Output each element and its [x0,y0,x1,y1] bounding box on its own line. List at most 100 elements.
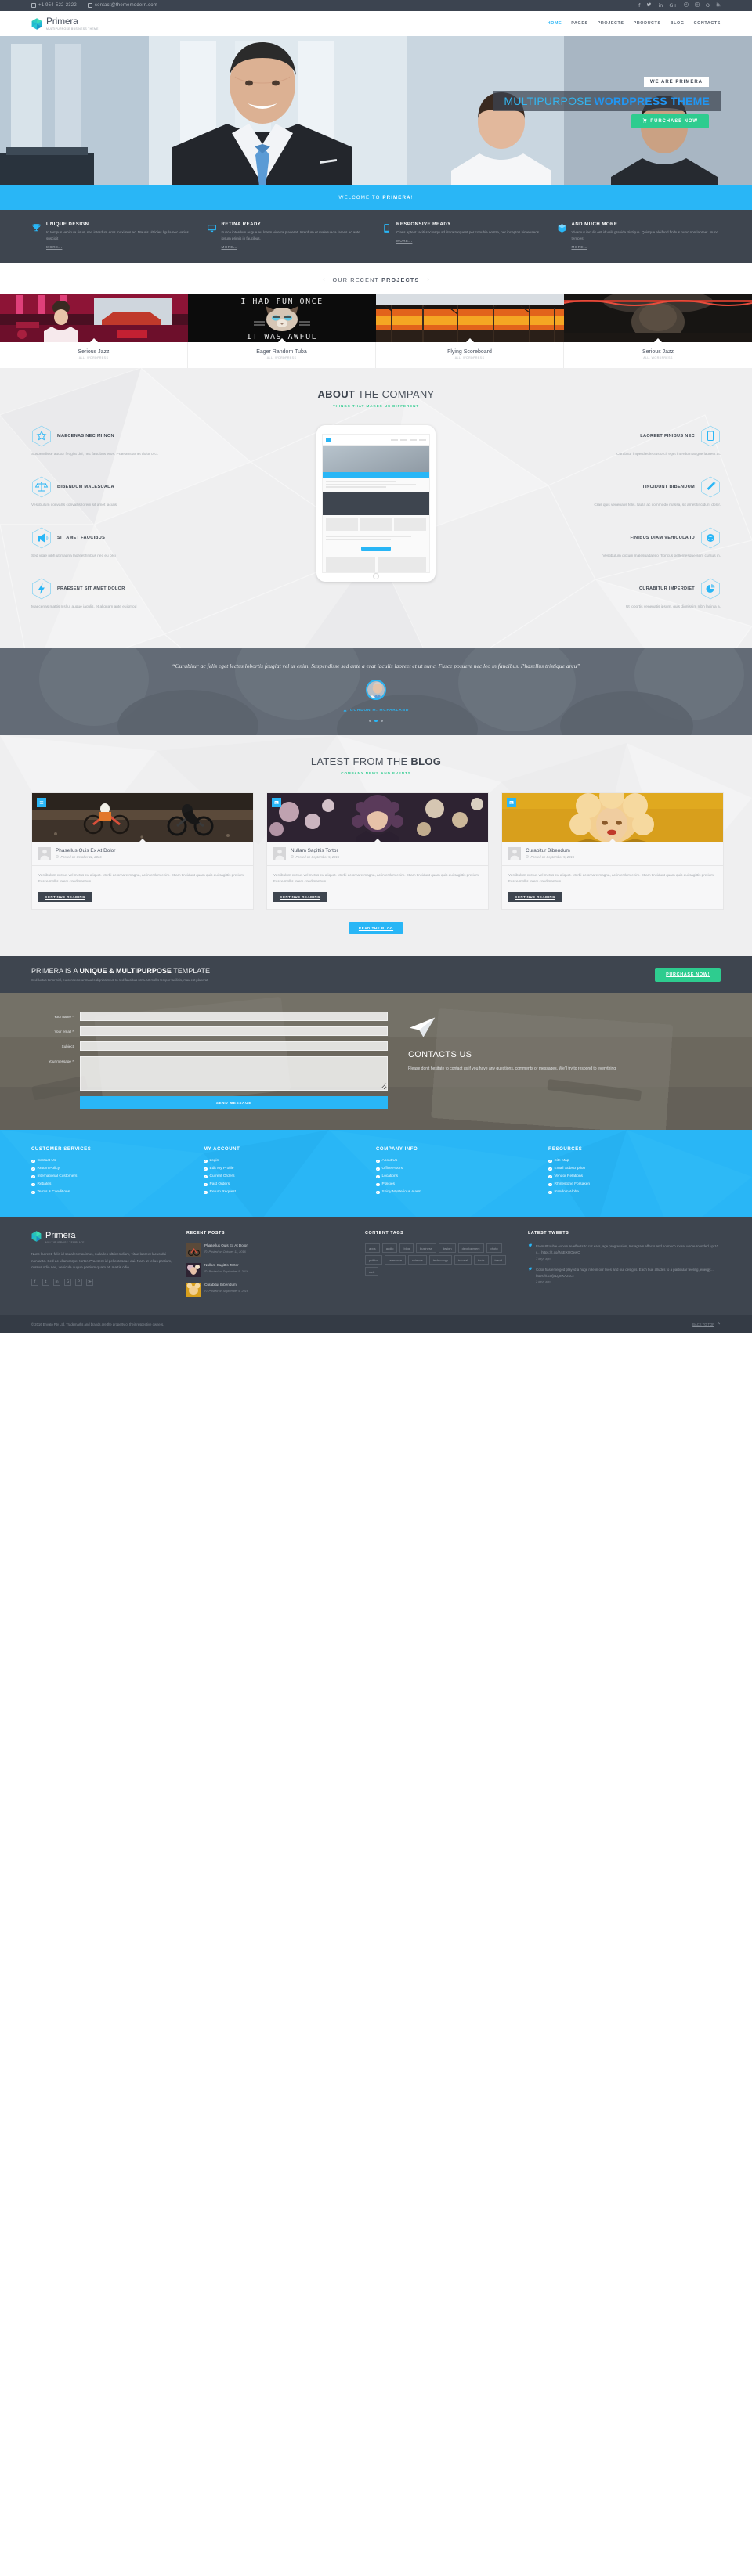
tag-item[interactable]: blog [400,1243,414,1254]
footer-link[interactable]: ✓ Rhinestone Forsaken [548,1182,721,1186]
footer-link[interactable]: ✓ About Us [376,1159,548,1163]
footer-link[interactable]: ✓ Locations [376,1174,548,1178]
recent-post-item[interactable]: Curabitur Bibendum Posted on September 5… [186,1283,351,1297]
footer-link[interactable]: ✓ Login [204,1159,376,1163]
footer-link[interactable]: ✓ Random Alpha [548,1190,721,1194]
project-card[interactable]: I HAD FUN ONCE IT WAS AWFUL Eager Random… [188,294,376,369]
blog-continue-reading-button[interactable]: CONTINUE READING [38,892,92,903]
tag-item[interactable]: science [408,1255,427,1265]
footer-link[interactable]: ✓ Edit My Profile [204,1167,376,1171]
nav-item-projects[interactable]: PROJECTS [598,21,624,26]
rss-icon[interactable] [716,2,721,9]
twitter-icon[interactable] [646,2,652,9]
recent-post-item[interactable]: Nullam Sagittis Tortor Posted on Septemb… [186,1263,351,1278]
footer-link[interactable]: ✓ Site Map [548,1159,721,1163]
footer-link[interactable]: ✓ Current Orders [204,1174,376,1178]
blog-post-date: Posted on October 11, 2016 [56,855,115,859]
tag-item[interactable]: web [365,1267,379,1277]
project-card[interactable]: Flying Scoreboard ALL, WORDPRESS [376,294,564,369]
blog-post-title[interactable]: Curabitur Bibendum [526,848,574,853]
nav-item-home[interactable]: HOME [548,21,562,26]
blog-card[interactable]: Nullam Sagittis Tortor Posted on Septemb… [266,792,489,911]
footer-link[interactable]: ✓ Shiny Mysterious Alarm [376,1190,548,1194]
testimonial-dot[interactable] [380,719,384,723]
topbar-phone[interactable]: +1 954-522-2322 [31,3,77,8]
topbar-email[interactable]: contact@thememodern.com [87,3,157,8]
nav-item-contacts[interactable]: CONTACTS [694,21,721,26]
tag-item[interactable]: politics [365,1255,383,1265]
contact-send-button[interactable]: SEND MESSAGE [80,1096,388,1110]
footer-link[interactable]: ✓ Contact Us [31,1159,204,1163]
footer-link[interactable]: ✓ Office Hours [376,1167,548,1171]
footer-about-text: Nunc laoreet, felis id sodales maximus, … [31,1252,172,1269]
tag-item[interactable]: development [457,1243,484,1254]
nav-item-pages[interactable]: PAGES [571,21,588,26]
tag-item[interactable]: reference [385,1255,407,1265]
footer-link[interactable]: ✓ Email Subscription [548,1167,721,1171]
project-card[interactable]: Serious Jazz ALL, WORDPRESS [0,294,188,369]
about-left-column: MAECENAS NEC MI NON Suspendisse auctor f… [31,425,168,628]
google-plus-icon[interactable]: G [64,1279,71,1286]
tag-item[interactable]: business [416,1243,436,1254]
contact-subject-input[interactable] [80,1041,388,1052]
project-category: ALL, WORDPRESS [454,356,485,360]
github-icon[interactable]: O [706,3,710,9]
tag-item[interactable]: tools [474,1255,489,1265]
feature-more-link[interactable]: MORE... [46,245,196,249]
back-to-top-button[interactable]: BACK TO TOP [692,1322,721,1326]
tag-item[interactable]: photo [486,1243,502,1254]
feature-more-link[interactable]: MORE... [572,245,721,249]
chevron-left-icon[interactable]: ‹ [323,277,324,283]
facebook-icon[interactable]: f [31,1279,38,1286]
blog-continue-reading-button[interactable]: CONTINUE READING [508,892,562,903]
footer-link[interactable]: ✓ Rebates [31,1182,204,1186]
tag-item[interactable]: tutorial [454,1255,472,1265]
instagram-icon[interactable] [695,2,700,9]
check-circle-icon: ✓ [31,1190,35,1195]
facebook-icon[interactable]: f [638,3,640,9]
nav-item-blog[interactable]: BLOG [671,21,685,26]
contact-email-input[interactable] [80,1026,388,1037]
contact-message-textarea[interactable] [80,1056,388,1091]
blog-card[interactable]: Curabitur Bibendum Posted on September 5… [501,792,724,911]
blog-post-title[interactable]: Phasellus Quis Ex At Dolor [56,848,115,853]
cta-purchase-button[interactable]: PURCHASE NOW! [655,967,721,982]
footer-link[interactable]: ✓ Vendor Relations [548,1174,721,1178]
testimonial-dot[interactable] [368,719,372,723]
footer-link[interactable]: ✓ Policies [376,1182,548,1186]
tag-item[interactable]: travel [490,1255,507,1265]
footer-link[interactable]: ✓ Return Policy [31,1167,204,1171]
linkedin-icon[interactable]: in [658,3,663,9]
tag-item[interactable]: design [438,1243,456,1254]
site-logo[interactable]: Primera MULTIPURPOSE BUSINESS THEME [31,16,99,31]
google-plus-icon[interactable]: G+ [669,3,677,9]
linkedin-icon[interactable]: in [53,1279,60,1286]
footer-link-label: Vendor Relations [554,1174,584,1179]
blog-post-title[interactable]: Nullam Sagittis Tortor [291,848,339,853]
blog-card[interactable]: Phasellus Quis Ex At Dolor Posted on Oct… [31,792,254,911]
tag-item[interactable]: audio [381,1243,398,1254]
tag-item[interactable]: technology [428,1255,453,1265]
read-the-blog-button[interactable]: READ THE BLOG [349,922,403,935]
pinterest-icon[interactable] [683,2,689,9]
tag-item[interactable]: apps [365,1243,380,1254]
nav-item-products[interactable]: PRODUCTS [634,21,661,26]
footer-link[interactable]: ✓ International Customers [31,1174,204,1178]
twitter-icon[interactable]: t [42,1279,49,1286]
feature-more-link[interactable]: MORE... [222,245,371,249]
footer-link[interactable]: ✓ Return Request [204,1190,376,1194]
recent-post-item[interactable]: Phasellus Quis Ex At Dolor Posted on Oct… [186,1243,351,1258]
footer-link[interactable]: ✓ Past Orders [204,1182,376,1186]
project-card[interactable]: Serious Jazz ALL, WORDPRESS [564,294,752,369]
feature-more-link[interactable]: MORE... [396,239,540,243]
testimonial-dot-active[interactable] [374,719,378,723]
chevron-right-icon[interactable]: › [427,277,428,283]
pinterest-icon[interactable]: P [75,1279,82,1286]
contact-name-input[interactable] [80,1012,388,1022]
blog-continue-reading-button[interactable]: CONTINUE READING [273,892,327,903]
hero-purchase-button[interactable]: PURCHASE NOW [631,114,709,128]
footer-logo[interactable]: Primera MULTIPURPOSE TEMPLATE [31,1231,172,1244]
testimonial-dots [102,719,650,723]
rss-icon[interactable]: ≫ [86,1279,93,1286]
footer-link[interactable]: ✓ Terms & Conditions [31,1190,204,1194]
